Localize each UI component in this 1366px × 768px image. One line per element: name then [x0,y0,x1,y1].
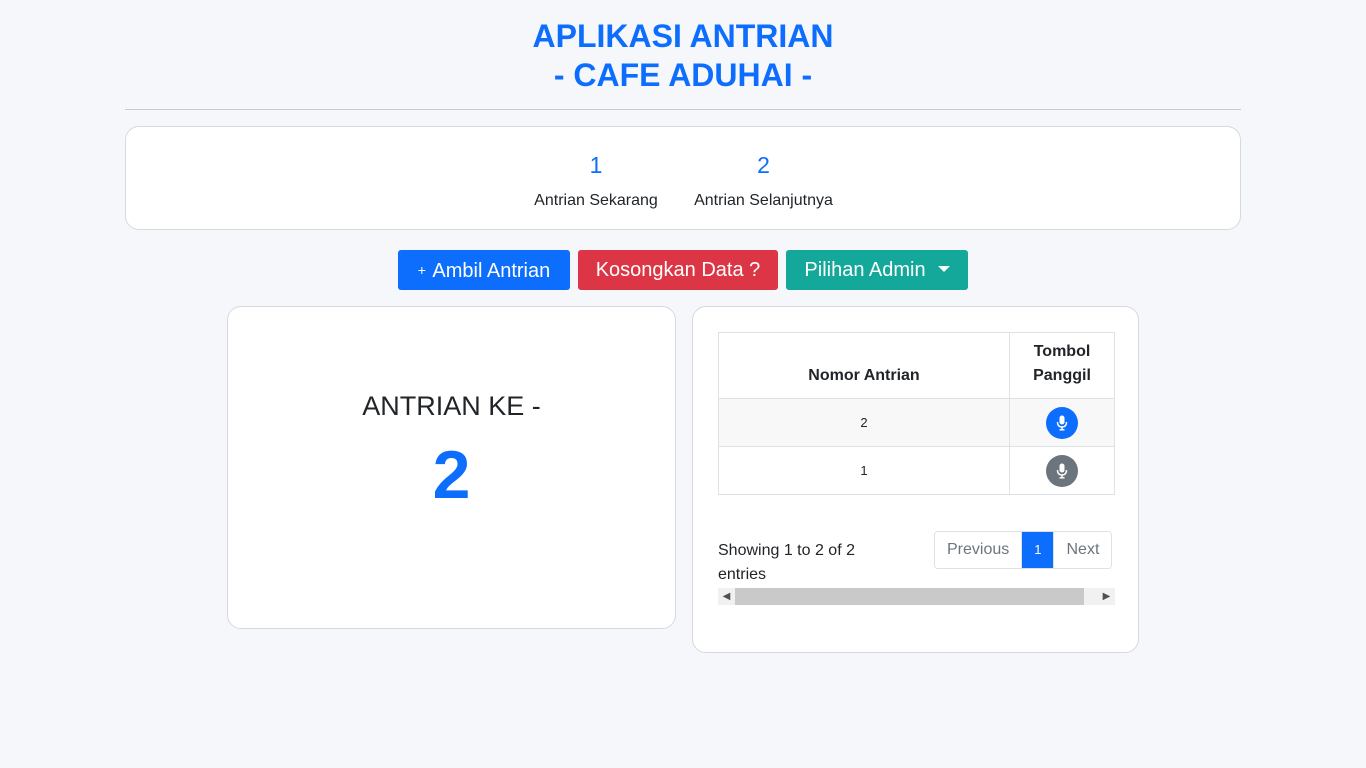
stats-card: 1 Antrian Sekarang 2 Antrian Selanjutnya [125,126,1241,230]
column-header-call[interactable]: Tombol Panggil [1009,332,1115,399]
current-queue-number: 1 [589,152,603,178]
queue-table: Nomor Antrian Tombol Panggil 2 1 [718,332,1115,495]
microphone-icon [1056,463,1068,479]
table-row: 2 [718,398,1115,447]
caret-down-icon [937,266,950,272]
divider [125,109,1241,110]
scrollbar-thumb[interactable] [735,588,1084,605]
table-info: Showing 1 to 2 of 2 entries [718,542,855,583]
queue-number-cell: 1 [718,446,1010,495]
take-queue-label: Ambil Antrian [432,260,551,282]
table-row: 1 [718,446,1115,495]
clear-data-label: Kosongkan Data ? [595,259,761,281]
pagination-page-1[interactable]: 1 [1022,532,1054,568]
horizontal-scrollbar[interactable]: ◀ ▶ [718,588,1115,605]
microphone-icon [1056,415,1068,431]
call-cell [1009,398,1115,447]
take-queue-button[interactable]: + Ambil Antrian [398,250,570,290]
app-subtitle: - CAFE ADUHAI - [553,57,813,93]
queue-display-card: ANTRIAN KE - 2 [227,306,676,629]
scroll-right-arrow-icon[interactable]: ▶ [1098,588,1115,605]
app-title: APLIKASI ANTRIAN [532,18,834,54]
table-header-row: Nomor Antrian Tombol Panggil [718,332,1115,399]
column-header-number[interactable]: Nomor Antrian [718,332,1010,399]
call-cell [1009,446,1115,495]
next-queue-number: 2 [757,152,770,178]
stat-next: 2 Antrian Selanjutnya [686,127,841,231]
pagination-previous[interactable]: Previous [935,532,1023,568]
queue-table-card: Nomor Antrian Tombol Panggil 2 1 Showing… [692,306,1139,653]
admin-dropdown-label: Pilihan Admin [804,259,926,281]
call-button[interactable] [1046,406,1078,439]
scroll-left-arrow-icon[interactable]: ◀ [718,588,735,605]
current-queue-label: Antrian Sekarang [534,192,658,209]
call-button[interactable] [1046,454,1078,487]
queue-display-number: 2 [432,437,471,513]
next-queue-label: Antrian Selanjutnya [694,192,833,209]
pagination-next[interactable]: Next [1053,532,1112,568]
page: APLIKASI ANTRIAN - CAFE ADUHAI - 1 Antri… [0,0,1366,768]
plus-icon: + [417,262,426,278]
admin-dropdown-button[interactable]: Pilihan Admin [786,250,968,290]
stat-current: 1 Antrian Sekarang [526,127,666,231]
queue-number-cell: 2 [718,398,1010,447]
pagination: Previous 1 Next [934,531,1113,569]
queue-display-label: ANTRIAN KE - [362,391,541,421]
clear-data-button[interactable]: Kosongkan Data ? [578,250,778,290]
